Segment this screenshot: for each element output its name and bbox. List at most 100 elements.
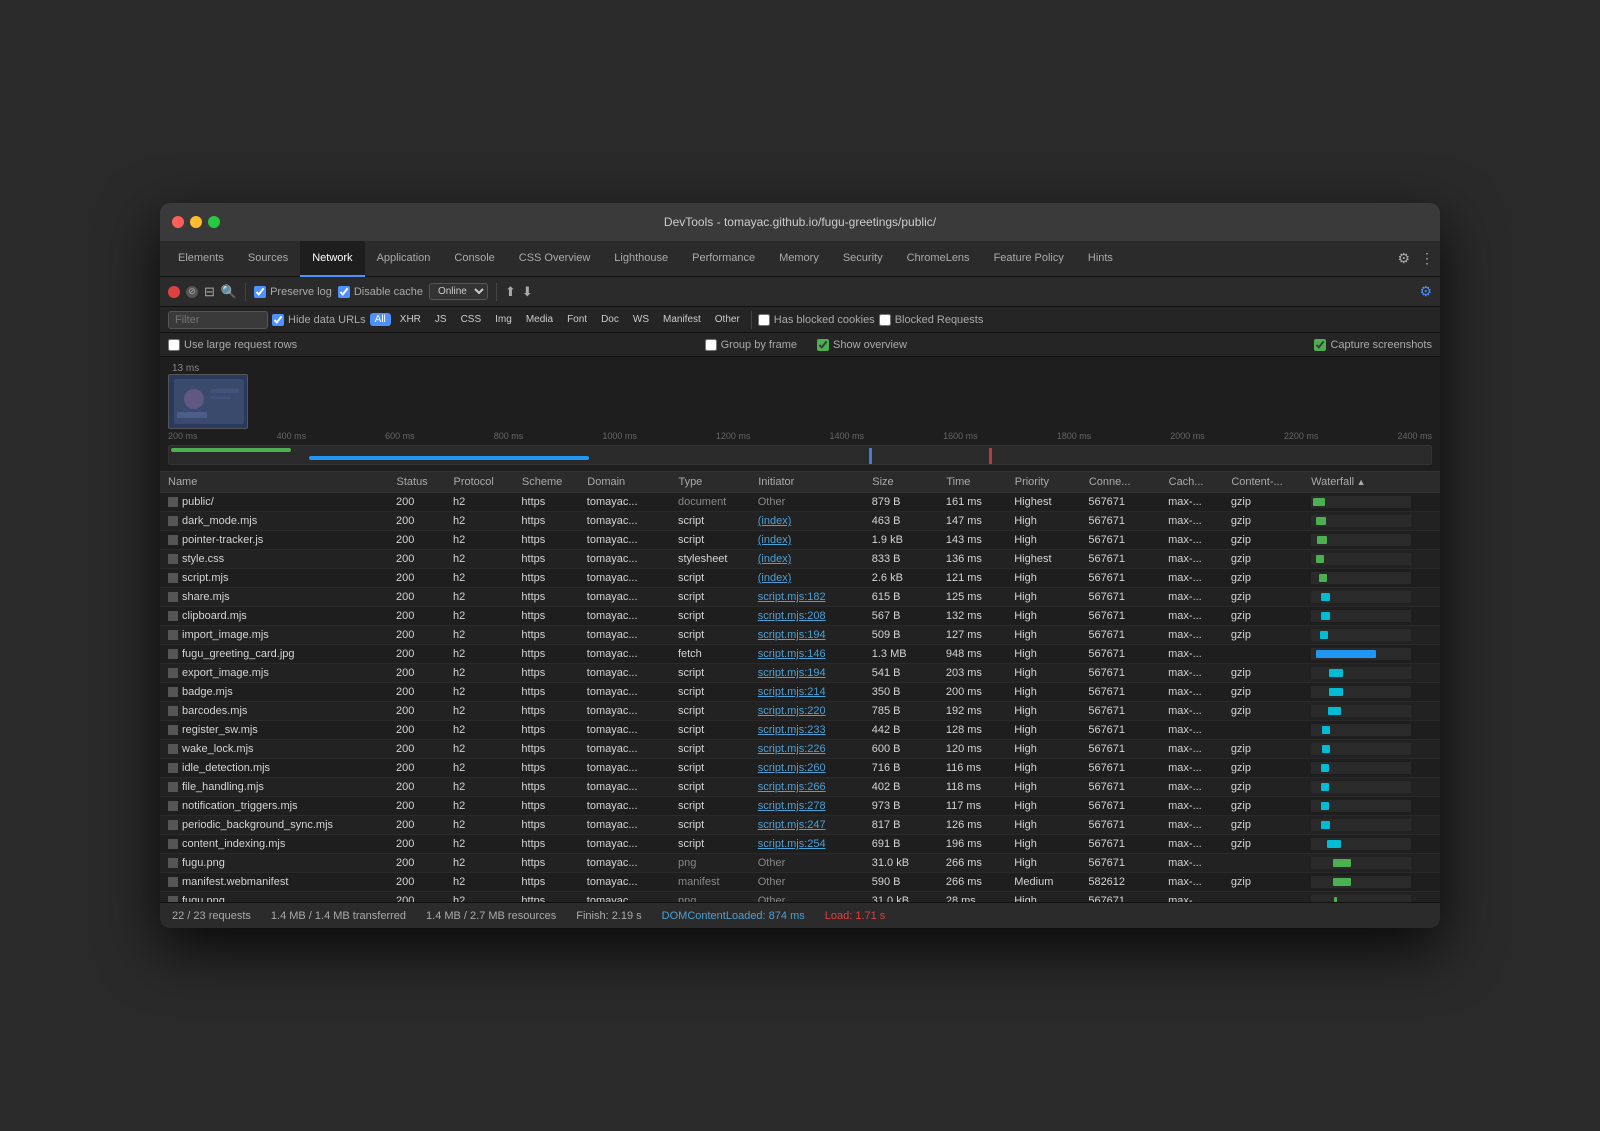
cell-initiator[interactable]: script.mjs:278 bbox=[750, 797, 864, 816]
large-rows-option[interactable]: Use large request rows bbox=[168, 339, 297, 351]
table-row[interactable]: register_sw.mjs 200 h2 https tomayac... … bbox=[160, 721, 1440, 740]
blocked-requests-checkbox[interactable] bbox=[879, 314, 891, 326]
cell-name[interactable]: periodic_background_sync.mjs bbox=[160, 816, 388, 835]
table-row[interactable]: fugu_greeting_card.jpg 200 h2 https toma… bbox=[160, 645, 1440, 664]
cell-name[interactable]: share.mjs bbox=[160, 588, 388, 607]
capture-screenshots-option[interactable]: Capture screenshots bbox=[1314, 339, 1432, 351]
cell-name[interactable]: barcodes.mjs bbox=[160, 702, 388, 721]
cell-initiator[interactable]: script.mjs:194 bbox=[750, 626, 864, 645]
table-row[interactable]: clipboard.mjs 200 h2 https tomayac... sc… bbox=[160, 607, 1440, 626]
cell-initiator[interactable]: script.mjs:226 bbox=[750, 740, 864, 759]
table-row[interactable]: style.css 200 h2 https tomayac... styles… bbox=[160, 550, 1440, 569]
initiator-link[interactable]: script.mjs:146 bbox=[758, 648, 826, 660]
cell-name[interactable]: manifest.webmanifest bbox=[160, 873, 388, 892]
table-row[interactable]: export_image.mjs 200 h2 https tomayac...… bbox=[160, 664, 1440, 683]
cell-name[interactable]: dark_mode.mjs bbox=[160, 512, 388, 531]
initiator-link[interactable]: script.mjs:226 bbox=[758, 743, 826, 755]
large-rows-checkbox[interactable] bbox=[168, 339, 180, 351]
tab-hints[interactable]: Hints bbox=[1076, 241, 1125, 277]
cell-name[interactable]: idle_detection.mjs bbox=[160, 759, 388, 778]
cell-initiator[interactable]: script.mjs:254 bbox=[750, 835, 864, 854]
cell-name[interactable]: fugu.png bbox=[160, 892, 388, 903]
record-button[interactable] bbox=[168, 286, 180, 298]
tab-chromelens[interactable]: ChromeLens bbox=[895, 241, 982, 277]
close-button[interactable] bbox=[172, 216, 184, 228]
settings-icon[interactable]: ⚙ bbox=[1397, 250, 1410, 267]
tab-security[interactable]: Security bbox=[831, 241, 895, 277]
filter-all[interactable]: All bbox=[370, 313, 391, 326]
show-overview-option[interactable]: Show overview bbox=[817, 339, 907, 351]
initiator-link[interactable]: script.mjs:182 bbox=[758, 591, 826, 603]
cell-initiator[interactable]: script.mjs:182 bbox=[750, 588, 864, 607]
disable-cache-checkbox[interactable] bbox=[338, 286, 350, 298]
table-row[interactable]: wake_lock.mjs 200 h2 https tomayac... sc… bbox=[160, 740, 1440, 759]
cell-initiator[interactable]: Other bbox=[750, 873, 864, 892]
filter-doc[interactable]: Doc bbox=[596, 313, 624, 326]
minimize-button[interactable] bbox=[190, 216, 202, 228]
table-row[interactable]: file_handling.mjs 200 h2 https tomayac..… bbox=[160, 778, 1440, 797]
cell-initiator[interactable]: Other bbox=[750, 892, 864, 903]
filter-css[interactable]: CSS bbox=[456, 313, 487, 326]
cell-name[interactable]: badge.mjs bbox=[160, 683, 388, 702]
filter-other[interactable]: Other bbox=[710, 313, 745, 326]
initiator-link[interactable]: script.mjs:260 bbox=[758, 762, 826, 774]
throttle-dropdown[interactable]: Online bbox=[429, 283, 488, 300]
cell-initiator[interactable]: (index) bbox=[750, 531, 864, 550]
tab-sources[interactable]: Sources bbox=[236, 241, 300, 277]
cell-name[interactable]: file_handling.mjs bbox=[160, 778, 388, 797]
cell-name[interactable]: export_image.mjs bbox=[160, 664, 388, 683]
hide-data-urls-label[interactable]: Hide data URLs bbox=[272, 314, 366, 326]
cell-initiator[interactable]: script.mjs:214 bbox=[750, 683, 864, 702]
import-icon[interactable]: ⬆ bbox=[505, 284, 516, 300]
filter-ws[interactable]: WS bbox=[628, 313, 654, 326]
initiator-link[interactable]: script.mjs:278 bbox=[758, 800, 826, 812]
cell-initiator[interactable]: script.mjs:146 bbox=[750, 645, 864, 664]
filter-icon[interactable]: ⊟ bbox=[204, 284, 215, 300]
col-header-waterfall[interactable]: Waterfall bbox=[1303, 472, 1440, 493]
initiator-link[interactable]: (index) bbox=[758, 553, 792, 565]
initiator-link[interactable]: script.mjs:233 bbox=[758, 724, 826, 736]
filter-font[interactable]: Font bbox=[562, 313, 592, 326]
preserve-log-checkbox[interactable] bbox=[254, 286, 266, 298]
cell-initiator[interactable]: (index) bbox=[750, 569, 864, 588]
settings-network-icon[interactable]: ⚙ bbox=[1419, 283, 1432, 299]
export-icon[interactable]: ⬇ bbox=[522, 284, 533, 300]
cell-initiator[interactable]: Other bbox=[750, 493, 864, 512]
initiator-link[interactable]: script.mjs:266 bbox=[758, 781, 826, 793]
filter-xhr[interactable]: XHR bbox=[395, 313, 426, 326]
preserve-log-label[interactable]: Preserve log bbox=[254, 286, 332, 298]
table-row[interactable]: fugu.png 200 h2 https tomayac... png Oth… bbox=[160, 854, 1440, 873]
table-row[interactable]: barcodes.mjs 200 h2 https tomayac... scr… bbox=[160, 702, 1440, 721]
tab-memory[interactable]: Memory bbox=[767, 241, 831, 277]
cell-name[interactable]: script.mjs bbox=[160, 569, 388, 588]
col-header-time[interactable]: Time bbox=[938, 472, 1006, 493]
cell-name[interactable]: notification_triggers.mjs bbox=[160, 797, 388, 816]
filter-manifest[interactable]: Manifest bbox=[658, 313, 706, 326]
cell-name[interactable]: pointer-tracker.js bbox=[160, 531, 388, 550]
col-header-size[interactable]: Size bbox=[864, 472, 938, 493]
table-row[interactable]: manifest.webmanifest 200 h2 https tomaya… bbox=[160, 873, 1440, 892]
table-row[interactable]: fugu.png 200 h2 https tomayac... png Oth… bbox=[160, 892, 1440, 903]
initiator-link[interactable]: script.mjs:194 bbox=[758, 629, 826, 641]
filter-input[interactable] bbox=[168, 311, 268, 329]
col-header-connection[interactable]: Conne... bbox=[1080, 472, 1160, 493]
col-header-scheme[interactable]: Scheme bbox=[513, 472, 578, 493]
col-header-protocol[interactable]: Protocol bbox=[445, 472, 513, 493]
capture-screenshots-checkbox[interactable] bbox=[1314, 339, 1326, 351]
tab-application[interactable]: Application bbox=[365, 241, 443, 277]
cell-initiator[interactable]: script.mjs:194 bbox=[750, 664, 864, 683]
disable-cache-label[interactable]: Disable cache bbox=[338, 286, 423, 298]
blocked-requests-label[interactable]: Blocked Requests bbox=[879, 314, 984, 326]
tab-performance[interactable]: Performance bbox=[680, 241, 767, 277]
tab-feature-policy[interactable]: Feature Policy bbox=[982, 241, 1076, 277]
filter-media[interactable]: Media bbox=[521, 313, 558, 326]
search-icon[interactable]: 🔍 bbox=[221, 284, 237, 300]
timeline-bar[interactable] bbox=[168, 445, 1432, 465]
cell-initiator[interactable]: Other bbox=[750, 854, 864, 873]
table-row[interactable]: notification_triggers.mjs 200 h2 https t… bbox=[160, 797, 1440, 816]
initiator-link[interactable]: script.mjs:220 bbox=[758, 705, 826, 717]
cell-initiator[interactable]: (index) bbox=[750, 550, 864, 569]
table-row[interactable]: dark_mode.mjs 200 h2 https tomayac... sc… bbox=[160, 512, 1440, 531]
table-row[interactable]: public/ 200 h2 https tomayac... document… bbox=[160, 493, 1440, 512]
table-row[interactable]: share.mjs 200 h2 https tomayac... script… bbox=[160, 588, 1440, 607]
